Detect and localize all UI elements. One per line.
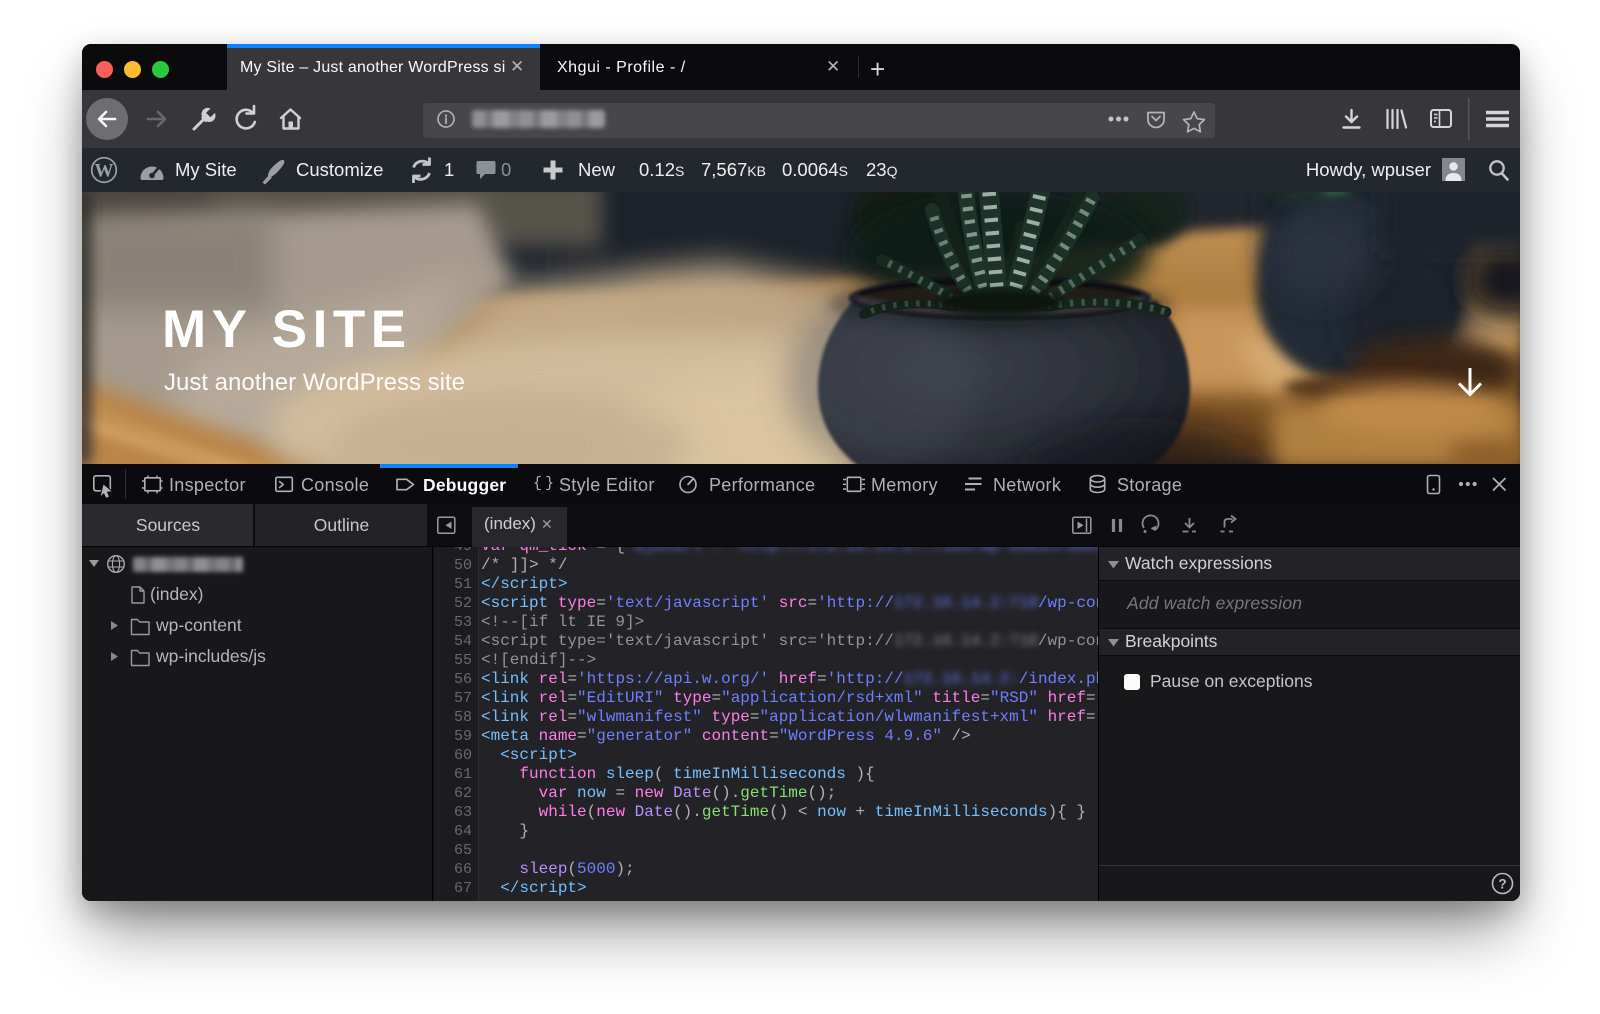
svg-text:W: W <box>95 161 114 182</box>
svg-text:?: ? <box>1498 876 1506 891</box>
